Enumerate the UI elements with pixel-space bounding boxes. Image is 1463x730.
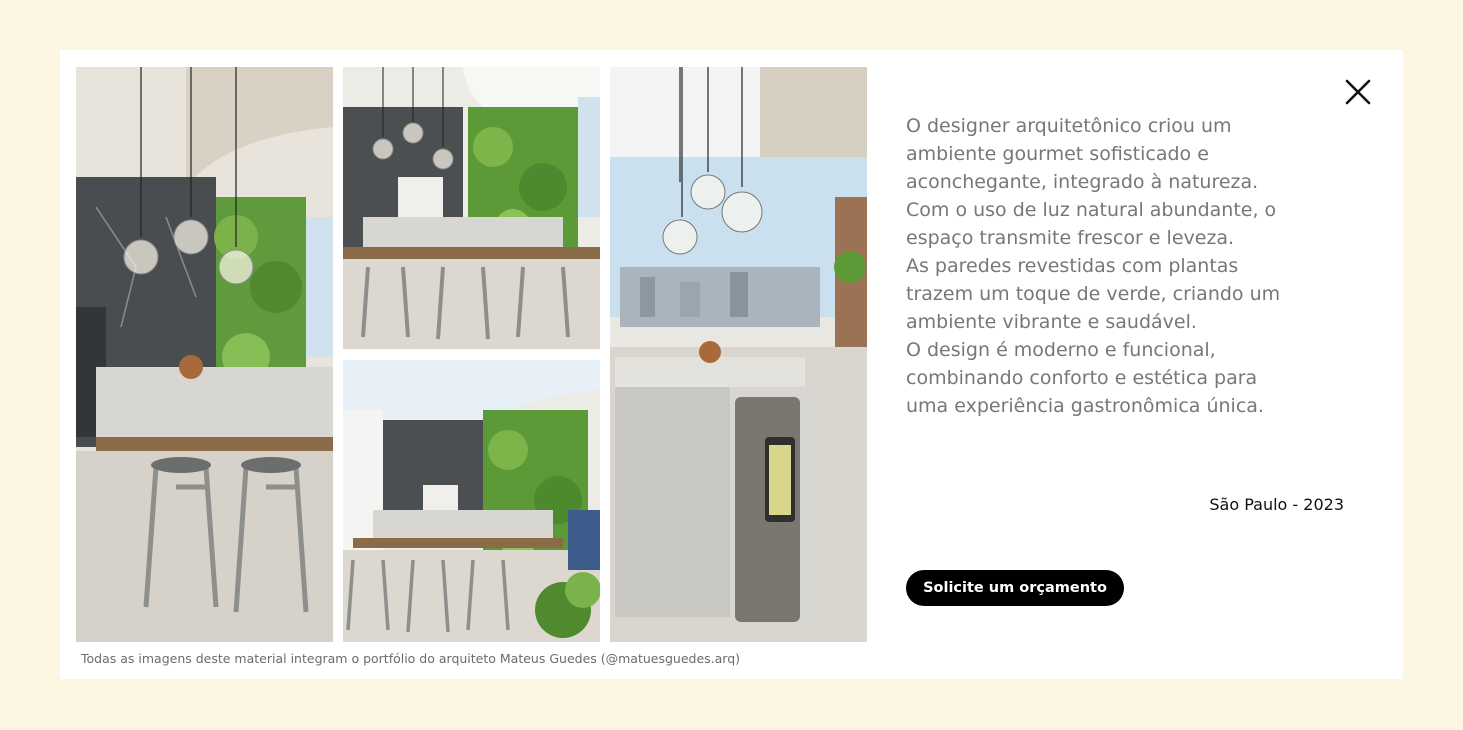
description-line: espaço transmite frescor e leveza. <box>906 227 1235 249</box>
description-line: combinando conforto e estética para <box>906 367 1258 389</box>
description-line: Com o uso de luz natural abundante, o <box>906 199 1277 221</box>
description-line: aconchegante, integrado à natureza. <box>906 171 1259 193</box>
description-line: uma experiência gastronômica única. <box>906 395 1264 417</box>
dining-area-wide-photo[interactable] <box>343 360 600 642</box>
description-line: trazem um toque de verde, criando um <box>906 283 1281 305</box>
request-quote-button[interactable]: Solicite um orçamento <box>906 570 1124 606</box>
project-location: São Paulo - 2023 <box>1209 495 1344 514</box>
description-line: O designer arquitetônico criou um <box>906 115 1232 137</box>
close-icon[interactable] <box>1344 78 1372 106</box>
kitchen-island-pendants-photo[interactable] <box>76 67 333 642</box>
description-line: ambiente gourmet sofisticado e <box>906 143 1209 165</box>
image-credit-caption: Todas as imagens deste material integram… <box>81 651 741 666</box>
project-modal: Todas as imagens deste material integram… <box>60 50 1403 679</box>
wine-fridge-island-photo[interactable] <box>610 67 867 642</box>
dining-table-plant-wall-photo[interactable] <box>343 67 600 349</box>
project-description: O designer arquitetônico criou um ambien… <box>906 112 1326 420</box>
description-line: As paredes revestidas com plantas <box>906 255 1239 277</box>
description-line: O design é moderno e funcional, <box>906 339 1216 361</box>
description-line: ambiente vibrante e saudável. <box>906 311 1197 333</box>
